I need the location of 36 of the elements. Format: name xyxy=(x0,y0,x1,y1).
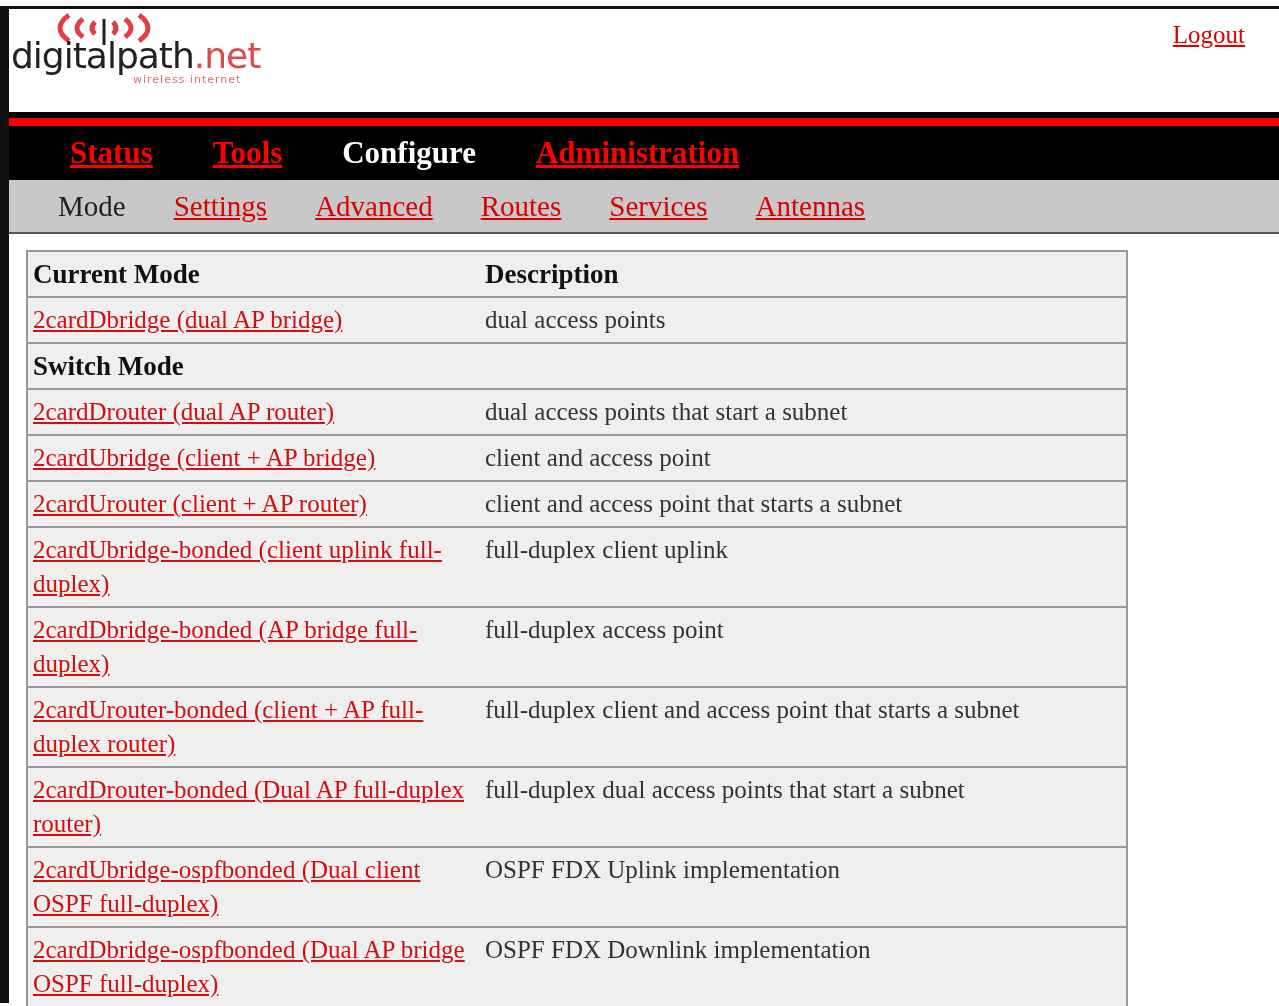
mode-link[interactable]: 2cardUbridge-ospfbonded (Dual client OSPF full-duplex) xyxy=(33,853,480,921)
nav-tab[interactable]: Configure xyxy=(342,135,476,171)
logout-link[interactable]: Logout xyxy=(1172,21,1245,49)
mode-description: OSPF FDX Uplink implementation xyxy=(485,856,840,883)
nav-tab[interactable]: Advanced xyxy=(315,189,433,223)
mode-link[interactable]: 2cardDbridge (dual AP bridge) xyxy=(33,303,480,337)
mode-description: full-duplex access point xyxy=(485,616,724,643)
nav-tab[interactable]: Mode xyxy=(58,189,126,223)
nav-tab[interactable]: Antennas xyxy=(755,189,866,223)
mode-link[interactable]: 2cardUrouter (client + AP router) xyxy=(33,487,480,521)
mode-description: client and access point that starts a subnet xyxy=(485,490,903,517)
mode-link[interactable]: 2cardDbridge-ospfbonded (Dual AP bridge OSPF full-duplex) xyxy=(33,933,480,1001)
mode-description: client and access point xyxy=(485,444,711,471)
nav-tab[interactable]: Administration xyxy=(536,135,740,171)
mode-link[interactable]: 2cardDrouter-bonded (Dual AP full-duplex router) xyxy=(33,773,480,841)
mode-description: OSPF FDX Downlink implementation xyxy=(485,936,871,963)
nav-tab[interactable]: Tools xyxy=(212,135,283,171)
mode-description: full-duplex client and access point that starts a subnet xyxy=(485,696,1020,723)
logo-text: digitalpath.net xyxy=(11,39,261,73)
mode-link[interactable]: 2cardDbridge-bonded (AP bridge full-duplex) xyxy=(33,613,480,681)
section-heading: Switch Mode xyxy=(33,351,184,381)
nav-tab[interactable]: Services xyxy=(609,189,708,223)
mode-description: full-duplex client uplink xyxy=(485,536,728,563)
mode-link[interactable]: 2cardUbridge-bonded (client uplink full-duplex) xyxy=(33,533,480,601)
nav-tab[interactable]: Settings xyxy=(173,189,268,223)
mode-link[interactable]: 2cardDrouter (dual AP router) xyxy=(33,395,480,429)
mode-link[interactable]: 2cardUrouter-bonded (client + AP full-duplex router) xyxy=(33,693,480,761)
mode-description: dual access points that start a subnet xyxy=(485,398,848,425)
mode-description: dual access points xyxy=(485,306,666,333)
mode-link[interactable]: 2cardUbridge (client + AP bridge) xyxy=(33,441,480,475)
mode-description: full-duplex dual access points that start a subnet xyxy=(485,776,965,803)
nav-tab[interactable]: Routes xyxy=(480,189,562,223)
column-heading: Description xyxy=(485,259,619,289)
logo-tagline: wireless internet xyxy=(133,73,242,87)
section-heading: Current Mode xyxy=(33,259,200,289)
nav-tab[interactable]: Status xyxy=(70,135,153,171)
